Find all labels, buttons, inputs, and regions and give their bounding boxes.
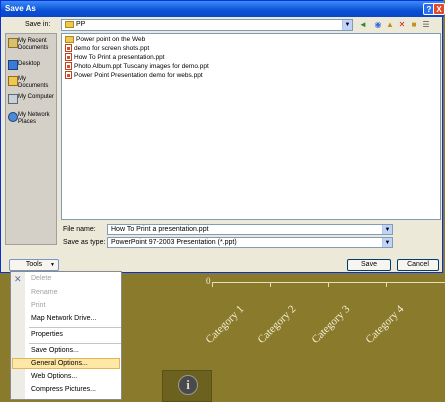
new-folder-icon[interactable]: ■: [409, 20, 419, 30]
back-icon[interactable]: ◄: [358, 20, 368, 30]
chevron-down-icon[interactable]: ▼: [382, 225, 392, 234]
cancel-button[interactable]: Cancel: [397, 259, 439, 271]
save-in-value: PP: [76, 21, 86, 28]
save-as-dialog: Save As ? X Save in: PP ▼ ◄ ◉ ▲ ✕ ■ ☰ My…: [0, 0, 445, 273]
recent-documents-icon: [8, 38, 18, 48]
chart-tick: [212, 282, 213, 287]
place-my-computer[interactable]: My Computer: [8, 94, 56, 110]
place-label: My Computer: [18, 94, 55, 100]
places-bar: My Recent Documents Desktop My Documents…: [5, 33, 57, 245]
menu-item-general-options[interactable]: General Options...: [31, 359, 88, 369]
list-item[interactable]: Photo Album.ppt Tuscany images for demo.…: [65, 62, 209, 71]
place-desktop[interactable]: Desktop: [8, 60, 56, 70]
tools-button[interactable]: Tools ▼: [9, 259, 59, 271]
menu-item-rename[interactable]: Rename: [31, 288, 57, 298]
menu-item-web-options[interactable]: Web Options...: [31, 372, 77, 382]
network-places-icon: [8, 112, 18, 122]
menu-item-save-options[interactable]: Save Options...: [31, 346, 79, 356]
save-in-dropdown[interactable]: PP ▼: [61, 19, 353, 31]
up-folder-icon[interactable]: ▲: [385, 20, 395, 30]
chevron-down-icon: ▼: [50, 262, 55, 268]
dialog-title: Save As: [5, 4, 36, 13]
file-name-label: File name:: [63, 226, 96, 233]
tools-label: Tools: [25, 261, 43, 268]
place-my-documents[interactable]: My Documents: [8, 76, 56, 92]
my-documents-icon: [8, 76, 18, 86]
chart-tick: [328, 282, 329, 287]
menu-item-print[interactable]: Print: [31, 301, 45, 311]
list-item[interactable]: demo for screen shots.ppt: [65, 44, 149, 53]
menu-item-delete[interactable]: Delete: [31, 274, 51, 284]
menu-item-compress-pictures[interactable]: Compress Pictures...: [31, 385, 96, 395]
save-button[interactable]: Save: [347, 259, 391, 271]
info-icon[interactable]: i: [178, 375, 198, 395]
save-in-label: Save in:: [25, 21, 51, 28]
place-network-places[interactable]: My Network Places: [8, 112, 56, 128]
file-name-field[interactable]: How To Print a presentation.ppt ▼: [107, 224, 393, 235]
close-button[interactable]: X: [433, 3, 445, 15]
file-name: Photo Album.ppt Tuscany images for demo.…: [74, 63, 209, 70]
list-item[interactable]: How To Print a presentation.ppt: [65, 53, 165, 62]
ppt-file-icon: [65, 44, 72, 53]
menu-item-map-network-drive[interactable]: Map Network Drive...: [31, 314, 96, 324]
place-label: My Recent Documents: [18, 38, 49, 51]
file-name-value: How To Print a presentation.ppt: [111, 226, 209, 233]
file-list[interactable]: Power point on the Web demo for screen s…: [61, 33, 441, 220]
save-as-type-label: Save as type:: [63, 239, 106, 246]
folder-icon: [65, 35, 74, 43]
ppt-file-icon: [65, 53, 72, 62]
chevron-down-icon[interactable]: ▼: [342, 20, 352, 30]
views-icon[interactable]: ☰: [421, 20, 431, 30]
menu-separator: [29, 327, 121, 328]
file-name: How To Print a presentation.ppt: [74, 54, 165, 61]
delete-menu-icon: ✕: [14, 274, 22, 284]
menu-item-properties[interactable]: Properties: [31, 330, 63, 340]
chart-tick: [270, 282, 271, 287]
list-item[interactable]: Power Point Presentation demo for webs.p…: [65, 71, 203, 80]
place-label: Desktop: [18, 61, 41, 67]
chevron-down-icon[interactable]: ▼: [382, 238, 392, 247]
tools-menu: ✕ Delete Rename Print Map Network Drive.…: [10, 271, 122, 400]
place-recent-documents[interactable]: My Recent Documents: [8, 38, 56, 58]
save-as-type-value: PowerPoint 97-2003 Presentation (*.ppt): [111, 239, 237, 246]
save-as-type-dropdown[interactable]: PowerPoint 97-2003 Presentation (*.ppt) …: [107, 237, 393, 248]
place-label: My Network Places: [18, 112, 50, 125]
desktop-icon: [8, 60, 18, 70]
file-name: Power point on the Web: [76, 36, 146, 43]
delete-icon[interactable]: ✕: [397, 20, 407, 30]
web-search-icon[interactable]: ◉: [373, 20, 383, 30]
ppt-file-icon: [65, 71, 72, 80]
folder-icon: [65, 20, 74, 28]
chart-axis-zero-label: 0: [206, 276, 211, 286]
dialog-titlebar[interactable]: Save As: [1, 1, 444, 17]
ppt-file-icon: [65, 62, 72, 71]
file-name: Power Point Presentation demo for webs.p…: [74, 72, 203, 79]
place-label: My Documents: [18, 76, 49, 89]
menu-separator: [29, 343, 121, 344]
my-computer-icon: [8, 94, 18, 104]
list-item[interactable]: Power point on the Web: [65, 35, 145, 44]
menu-gutter: [11, 272, 25, 399]
file-name: demo for screen shots.ppt: [74, 45, 150, 52]
chart-tick: [386, 282, 387, 287]
